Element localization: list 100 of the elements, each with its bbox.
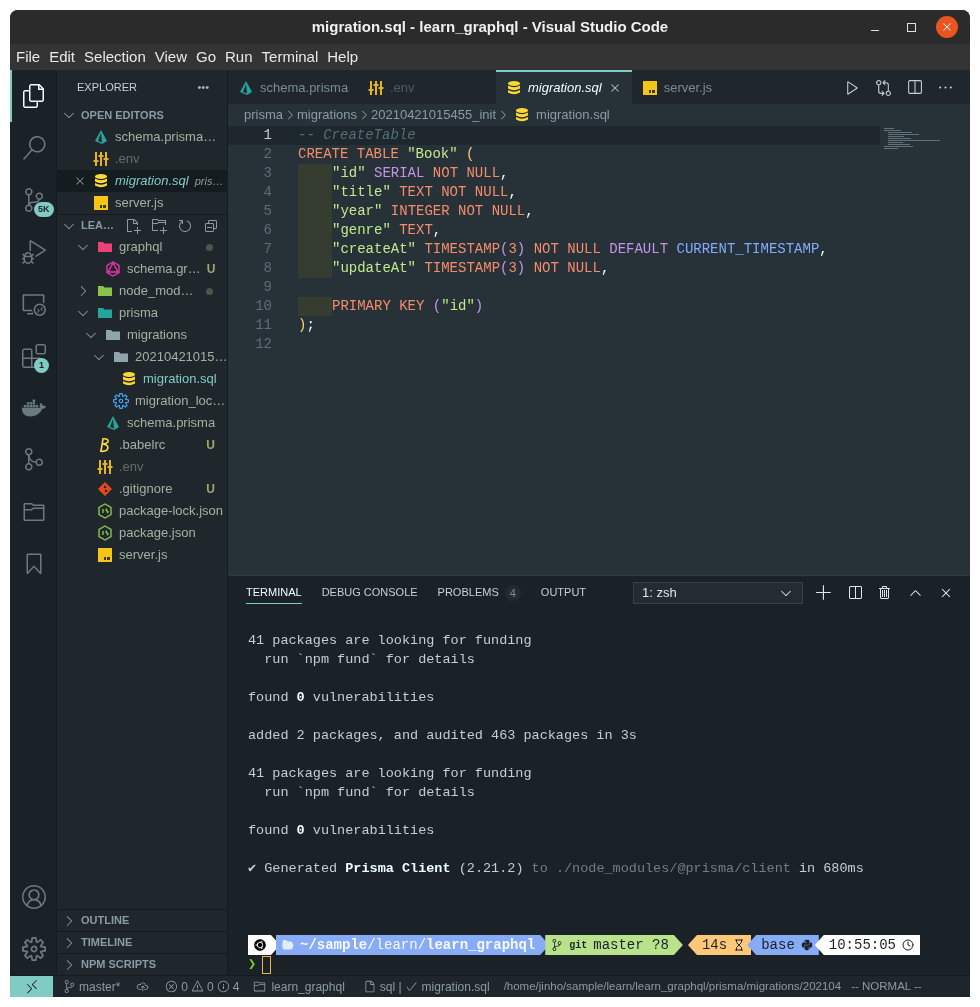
- folder-icon: [253, 980, 267, 993]
- open-editor-item[interactable]: server.js: [57, 192, 227, 214]
- check-icon: [404, 980, 418, 993]
- prompt-symbol: ❯: [248, 955, 257, 974]
- git-graph-icon[interactable]: [22, 448, 46, 472]
- panel-tab[interactable]: OUTPUT: [540, 582, 587, 604]
- section-header[interactable]: LEA…: [57, 214, 227, 236]
- close-button[interactable]: [936, 16, 958, 38]
- editor-tab[interactable]: server.js: [631, 70, 723, 104]
- branch-status[interactable]: master*: [63, 977, 121, 996]
- panel-tab[interactable]: DEBUG CONSOLE: [321, 582, 418, 604]
- tree-item[interactable]: package-lock.json: [57, 500, 227, 522]
- more-button[interactable]: •••: [197, 78, 209, 96]
- language-status[interactable]: sql |: [362, 977, 402, 996]
- line-number: 6: [262, 221, 272, 240]
- tree-item[interactable]: schema.gr… U: [57, 258, 227, 280]
- panel-tab[interactable]: TERMINAL: [246, 582, 302, 604]
- file-name: migrations: [127, 326, 188, 345]
- tree-item[interactable]: schema.prisma: [57, 412, 227, 434]
- section-header[interactable]: OUTLINE: [57, 909, 227, 931]
- files-icon[interactable]: [22, 84, 46, 108]
- activity-item[interactable]: 5K: [10, 174, 56, 226]
- tree-item[interactable]: 20210421015…: [57, 346, 227, 368]
- split-terminal-icon[interactable]: [847, 585, 863, 601]
- problems-status[interactable]: 0 0 4: [165, 977, 240, 996]
- trash-icon[interactable]: [877, 585, 893, 601]
- branch-icon: [63, 980, 76, 993]
- tree-item[interactable]: package.json: [57, 522, 227, 544]
- breadcrumb-item[interactable]: migration.sql: [536, 105, 610, 125]
- menu-item[interactable]: Help: [327, 45, 359, 69]
- section-header[interactable]: TIMELINE: [57, 931, 227, 953]
- tree-item[interactable]: graphql: [57, 236, 227, 258]
- upload-icon[interactable]: [136, 980, 150, 993]
- menu-item[interactable]: File: [16, 45, 41, 69]
- section-header[interactable]: OPEN EDITORS: [57, 104, 227, 126]
- menu-item[interactable]: Terminal: [261, 45, 319, 69]
- tree-item[interactable]: migrations: [57, 324, 227, 346]
- activity-item[interactable]: 1: [10, 330, 56, 382]
- sliders-icon: [368, 80, 384, 96]
- menu-item[interactable]: Selection: [84, 45, 146, 69]
- file-name: .gitignore: [119, 480, 174, 499]
- split-editor-icon[interactable]: [906, 78, 923, 96]
- code-line: );: [298, 316, 315, 335]
- file-name: .babelrc: [119, 436, 167, 455]
- folder-icon: [97, 283, 113, 299]
- file-name: prisma: [119, 304, 159, 323]
- settings-icon[interactable]: [22, 937, 46, 961]
- git-status: U: [206, 481, 215, 498]
- file-status[interactable]: migration.sql: [404, 977, 490, 996]
- breadcrumb-item[interactable]: prisma: [244, 105, 283, 125]
- breadcrumb-item[interactable]: migrations: [297, 105, 357, 125]
- folder-status[interactable]: learn_graphql: [253, 977, 345, 996]
- open-editor-item[interactable]: migration.sql pris…: [57, 170, 227, 192]
- code-line: "createAt" TIMESTAMP(3) NOT NULL DEFAULT CURRENT_TIMESTAMP,: [332, 240, 828, 259]
- clock-icon: [902, 939, 914, 951]
- terminal-line: found 0 vulnerabilities: [248, 822, 436, 840]
- remote-indicator[interactable]: [10, 976, 53, 997]
- folder-icon[interactable]: [22, 500, 46, 524]
- database-icon: [121, 371, 137, 387]
- tree-item[interactable]: migration.sql: [57, 368, 227, 390]
- menu-item[interactable]: Run: [225, 45, 253, 69]
- tree-item[interactable]: .babelrc U: [57, 434, 227, 456]
- prompt-text: ~/sample/learn/learn_graphql: [300, 935, 536, 955]
- tree-item[interactable]: node_mod…: [57, 280, 227, 302]
- play-icon[interactable]: [844, 78, 861, 96]
- panel-tab[interactable]: PROBLEMS 4: [437, 582, 521, 604]
- line-number: 12: [254, 335, 272, 354]
- line-number: 4: [262, 183, 272, 202]
- menu-item[interactable]: Go: [196, 45, 216, 69]
- editor-tab[interactable]: migration.sql: [496, 70, 632, 104]
- collapse-all-icon[interactable]: [203, 217, 219, 234]
- new-folder-icon[interactable]: [151, 217, 167, 234]
- open-editor-item[interactable]: schema.prisma…: [57, 126, 227, 148]
- bug-icon[interactable]: [22, 240, 46, 264]
- ubuntu-icon: [254, 939, 266, 951]
- menu-item[interactable]: View: [154, 45, 187, 69]
- prompt-text: 14s: [701, 935, 728, 955]
- activity-badge: 5K: [34, 202, 54, 217]
- tree-item[interactable]: .gitignore U: [57, 478, 227, 500]
- tree-item[interactable]: server.js: [57, 544, 227, 566]
- menu-item[interactable]: Edit: [49, 45, 76, 69]
- monitor-icon[interactable]: [22, 292, 46, 316]
- search-icon[interactable]: [22, 136, 46, 160]
- terminal-select[interactable]: 1: zsh: [633, 582, 803, 604]
- line-number: 8: [262, 259, 272, 278]
- file-name: schema.gr…: [127, 260, 201, 279]
- triangle-icon: [105, 415, 121, 431]
- file-path: /home/jinho/sample/learn/learn_graphql/prisma/migrations/202104: [503, 978, 842, 994]
- tree-item[interactable]: migration_loc…: [57, 390, 227, 412]
- triangle-icon: [238, 80, 254, 96]
- tree-item[interactable]: prisma: [57, 302, 227, 324]
- terminal-line: added 2 packages, and audited 463 packages in 3s: [248, 727, 638, 745]
- add-icon[interactable]: [815, 584, 833, 602]
- account-icon[interactable]: [22, 885, 46, 909]
- file-description: pris…: [194, 173, 224, 189]
- new-file-icon[interactable]: [125, 217, 141, 234]
- refresh-icon[interactable]: [177, 217, 193, 234]
- breadcrumb-item[interactable]: 20210421015455_init: [371, 105, 497, 125]
- compare-icon[interactable]: [875, 78, 892, 96]
- editor-tab[interactable]: schema.prisma: [228, 70, 358, 104]
